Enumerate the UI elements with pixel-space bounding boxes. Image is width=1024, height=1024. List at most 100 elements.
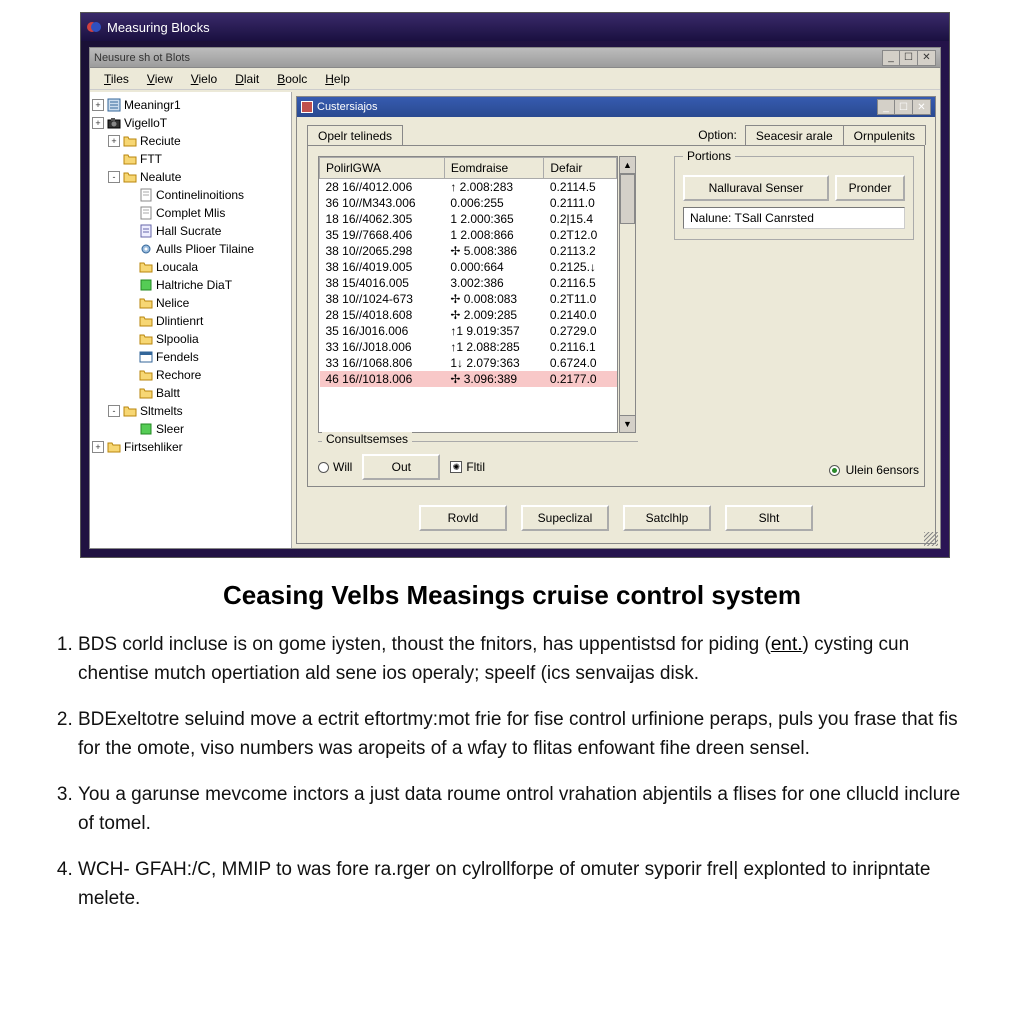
tree-item-label: Haltriche DiaT (156, 278, 232, 292)
tree-item[interactable]: - Nealute (92, 168, 289, 186)
child-minimize-button[interactable]: _ (877, 99, 895, 115)
ulein-sensors-radio[interactable]: Ulein 6ensors (829, 463, 919, 477)
tree-item[interactable]: Aulls Plioer Tilaine (92, 240, 289, 258)
table-row[interactable]: 28 15//4018.608✢ 2.009:2850.2140.0 (320, 307, 617, 323)
pronder-button[interactable]: Pronder (835, 175, 905, 201)
tree-item[interactable]: +Firtsehliker (92, 438, 289, 456)
table-row[interactable]: 46 16//1018.006✢ 3.096:3890.2177.0 (320, 371, 617, 387)
table-cell: ✢ 2.009:285 (444, 307, 544, 323)
tree-item[interactable]: Continelinoitions (92, 186, 289, 204)
menu-view[interactable]: View (139, 70, 181, 88)
tree-item[interactable]: Complet Mlis (92, 204, 289, 222)
table-cell: 0.2116.5 (544, 275, 617, 291)
rovld-button[interactable]: Rovld (419, 505, 507, 531)
tree-item[interactable]: +VigelloT (92, 114, 289, 132)
expand-icon[interactable]: + (92, 117, 104, 129)
column-header[interactable]: PolirlGWA (320, 158, 445, 179)
collapse-icon[interactable]: - (108, 405, 120, 417)
scroll-down-button[interactable]: ▼ (620, 415, 635, 432)
tree-item[interactable]: +Reciute (92, 132, 289, 150)
table-cell: 38 10//2065.298 (320, 243, 445, 259)
expand-icon[interactable]: + (92, 99, 104, 111)
tree-item[interactable]: FTT (92, 150, 289, 168)
tree-item[interactable]: -Sltmelts (92, 402, 289, 420)
table-row[interactable]: 35 16/J016.006↑1 9.019:3570.2729.0 (320, 323, 617, 339)
collapse-icon[interactable]: - (108, 171, 120, 183)
menu-help[interactable]: Help (317, 70, 358, 88)
menu-boolc[interactable]: Boolc (269, 70, 315, 88)
scroll-thumb[interactable] (620, 174, 635, 224)
menu-vielo[interactable]: Vielo (183, 70, 225, 88)
tree-item[interactable]: Fendels (92, 348, 289, 366)
tree-item[interactable]: Slpoolia (92, 330, 289, 348)
table-scrollbar[interactable]: ▲ ▼ (619, 156, 636, 433)
tree-item-label: Nealute (140, 170, 181, 184)
tree-item[interactable]: Nelice (92, 294, 289, 312)
fitl-checkbox[interactable]: ✺ Fltil (450, 460, 485, 474)
table-row[interactable]: 18 16//4062.3051 2.000:3650.2|15.4 (320, 211, 617, 227)
tree-item-label: Dlintienrt (156, 314, 203, 328)
ent-link[interactable]: ent. (771, 634, 803, 655)
doc-item: WCH- GFAH:/C, MMIP to was fore ra.rger o… (78, 856, 974, 913)
portions-legend: Portions (683, 149, 735, 163)
folder-icon (139, 386, 153, 400)
table-row[interactable]: 35 19//7668.4061 2.008:8660.2T12.0 (320, 227, 617, 243)
child-close-button[interactable]: ✕ (913, 99, 931, 115)
outer-titlebar[interactable]: Measuring Blocks (81, 13, 949, 41)
will-radio-label: Will (333, 460, 352, 474)
scroll-track[interactable] (620, 224, 635, 415)
consult-group: Consultsemses Will Out ✺ Fltil (318, 441, 638, 480)
tree-item[interactable]: +Meaningr1 (92, 96, 289, 114)
tree-item[interactable]: Hall Sucrate (92, 222, 289, 240)
maximize-button[interactable]: ☐ (900, 50, 918, 66)
inner-titlebar[interactable]: Neusure sh ot Blots _ ☐ ✕ (90, 48, 940, 68)
table-row[interactable]: 28 16//4012.006↑ 2.008:2830.2114.5 (320, 179, 617, 196)
table-row[interactable]: 33 16//1068.8061↓ 2.079:3630.6724.0 (320, 355, 617, 371)
child-maximize-button[interactable]: ☐ (895, 99, 913, 115)
tab[interactable]: Seacesir arale (745, 125, 844, 145)
data-table[interactable]: PolirlGWAEomdraiseDefair28 16//4012.006↑… (318, 156, 618, 433)
tree-item[interactable]: Dlintienrt (92, 312, 289, 330)
folder-icon (123, 152, 137, 166)
tree-item[interactable]: Loucala (92, 258, 289, 276)
minimize-button[interactable]: _ (882, 50, 900, 66)
column-header[interactable]: Eomdraise (444, 158, 544, 179)
column-header[interactable]: Defair (544, 158, 617, 179)
resize-grip-icon[interactable] (924, 532, 938, 546)
menu-dlait[interactable]: Dlait (227, 70, 267, 88)
tree-item[interactable]: Haltriche DiaT (92, 276, 289, 294)
table-row[interactable]: 36 10//M343.006 0.006:2550.2111.0 (320, 195, 617, 211)
table-cell: 0.2113.2 (544, 243, 617, 259)
child-titlebar[interactable]: Custersiajos _ ☐ ✕ (297, 97, 935, 117)
table-cell: 0.2T11.0 (544, 291, 617, 307)
nalluraval-senser-button[interactable]: Nalluraval Senser (683, 175, 829, 201)
tab[interactable]: Ornpulenits (843, 125, 926, 145)
table-cell: 0.000:664 (444, 259, 544, 275)
tree-item[interactable]: Rechore (92, 366, 289, 384)
nalune-label: Nalune: (690, 211, 731, 225)
supeclizal-button[interactable]: Supeclizal (521, 505, 609, 531)
satclhlp-button[interactable]: Satclhlp (623, 505, 711, 531)
table-row[interactable]: 38 10//2065.298✢ 5.008:3860.2113.2 (320, 243, 617, 259)
nalune-field[interactable]: Nalune: TSall Canrsted (683, 207, 905, 229)
scroll-up-button[interactable]: ▲ (620, 157, 635, 174)
will-radio[interactable]: Will (318, 460, 352, 474)
slht-button[interactable]: Slht (725, 505, 813, 531)
table-row[interactable]: 38 15/4016.005 3.002:3860.2116.5 (320, 275, 617, 291)
table-row[interactable]: 33 16//J018.006↑1 2.088:2850.2116.1 (320, 339, 617, 355)
application-window: Measuring Blocks Neusure sh ot Blots _ ☐… (80, 12, 950, 558)
close-button[interactable]: ✕ (918, 50, 936, 66)
menu-tiles[interactable]: Tiles (96, 70, 137, 88)
table-row[interactable]: 38 10//1024-673✢ 0.008:0830.2T11.0 (320, 291, 617, 307)
tree-panel[interactable]: +Meaningr1+VigelloT+ReciuteFTT - Nealute Co… (90, 92, 292, 548)
camera-icon (107, 116, 121, 130)
out-button[interactable]: Out (362, 454, 440, 480)
table-cell: 0.2114.5 (544, 179, 617, 196)
table-row[interactable]: 38 16//4019.005 0.000:6640.2125.↓ (320, 259, 617, 275)
expand-icon[interactable]: + (108, 135, 120, 147)
tree-item[interactable]: Baltt (92, 384, 289, 402)
tab[interactable]: Opelr telineds (307, 125, 403, 145)
expand-icon[interactable]: + (92, 441, 104, 453)
tree-item[interactable]: Sleer (92, 420, 289, 438)
tree-item-label: Continelinoitions (156, 188, 244, 202)
